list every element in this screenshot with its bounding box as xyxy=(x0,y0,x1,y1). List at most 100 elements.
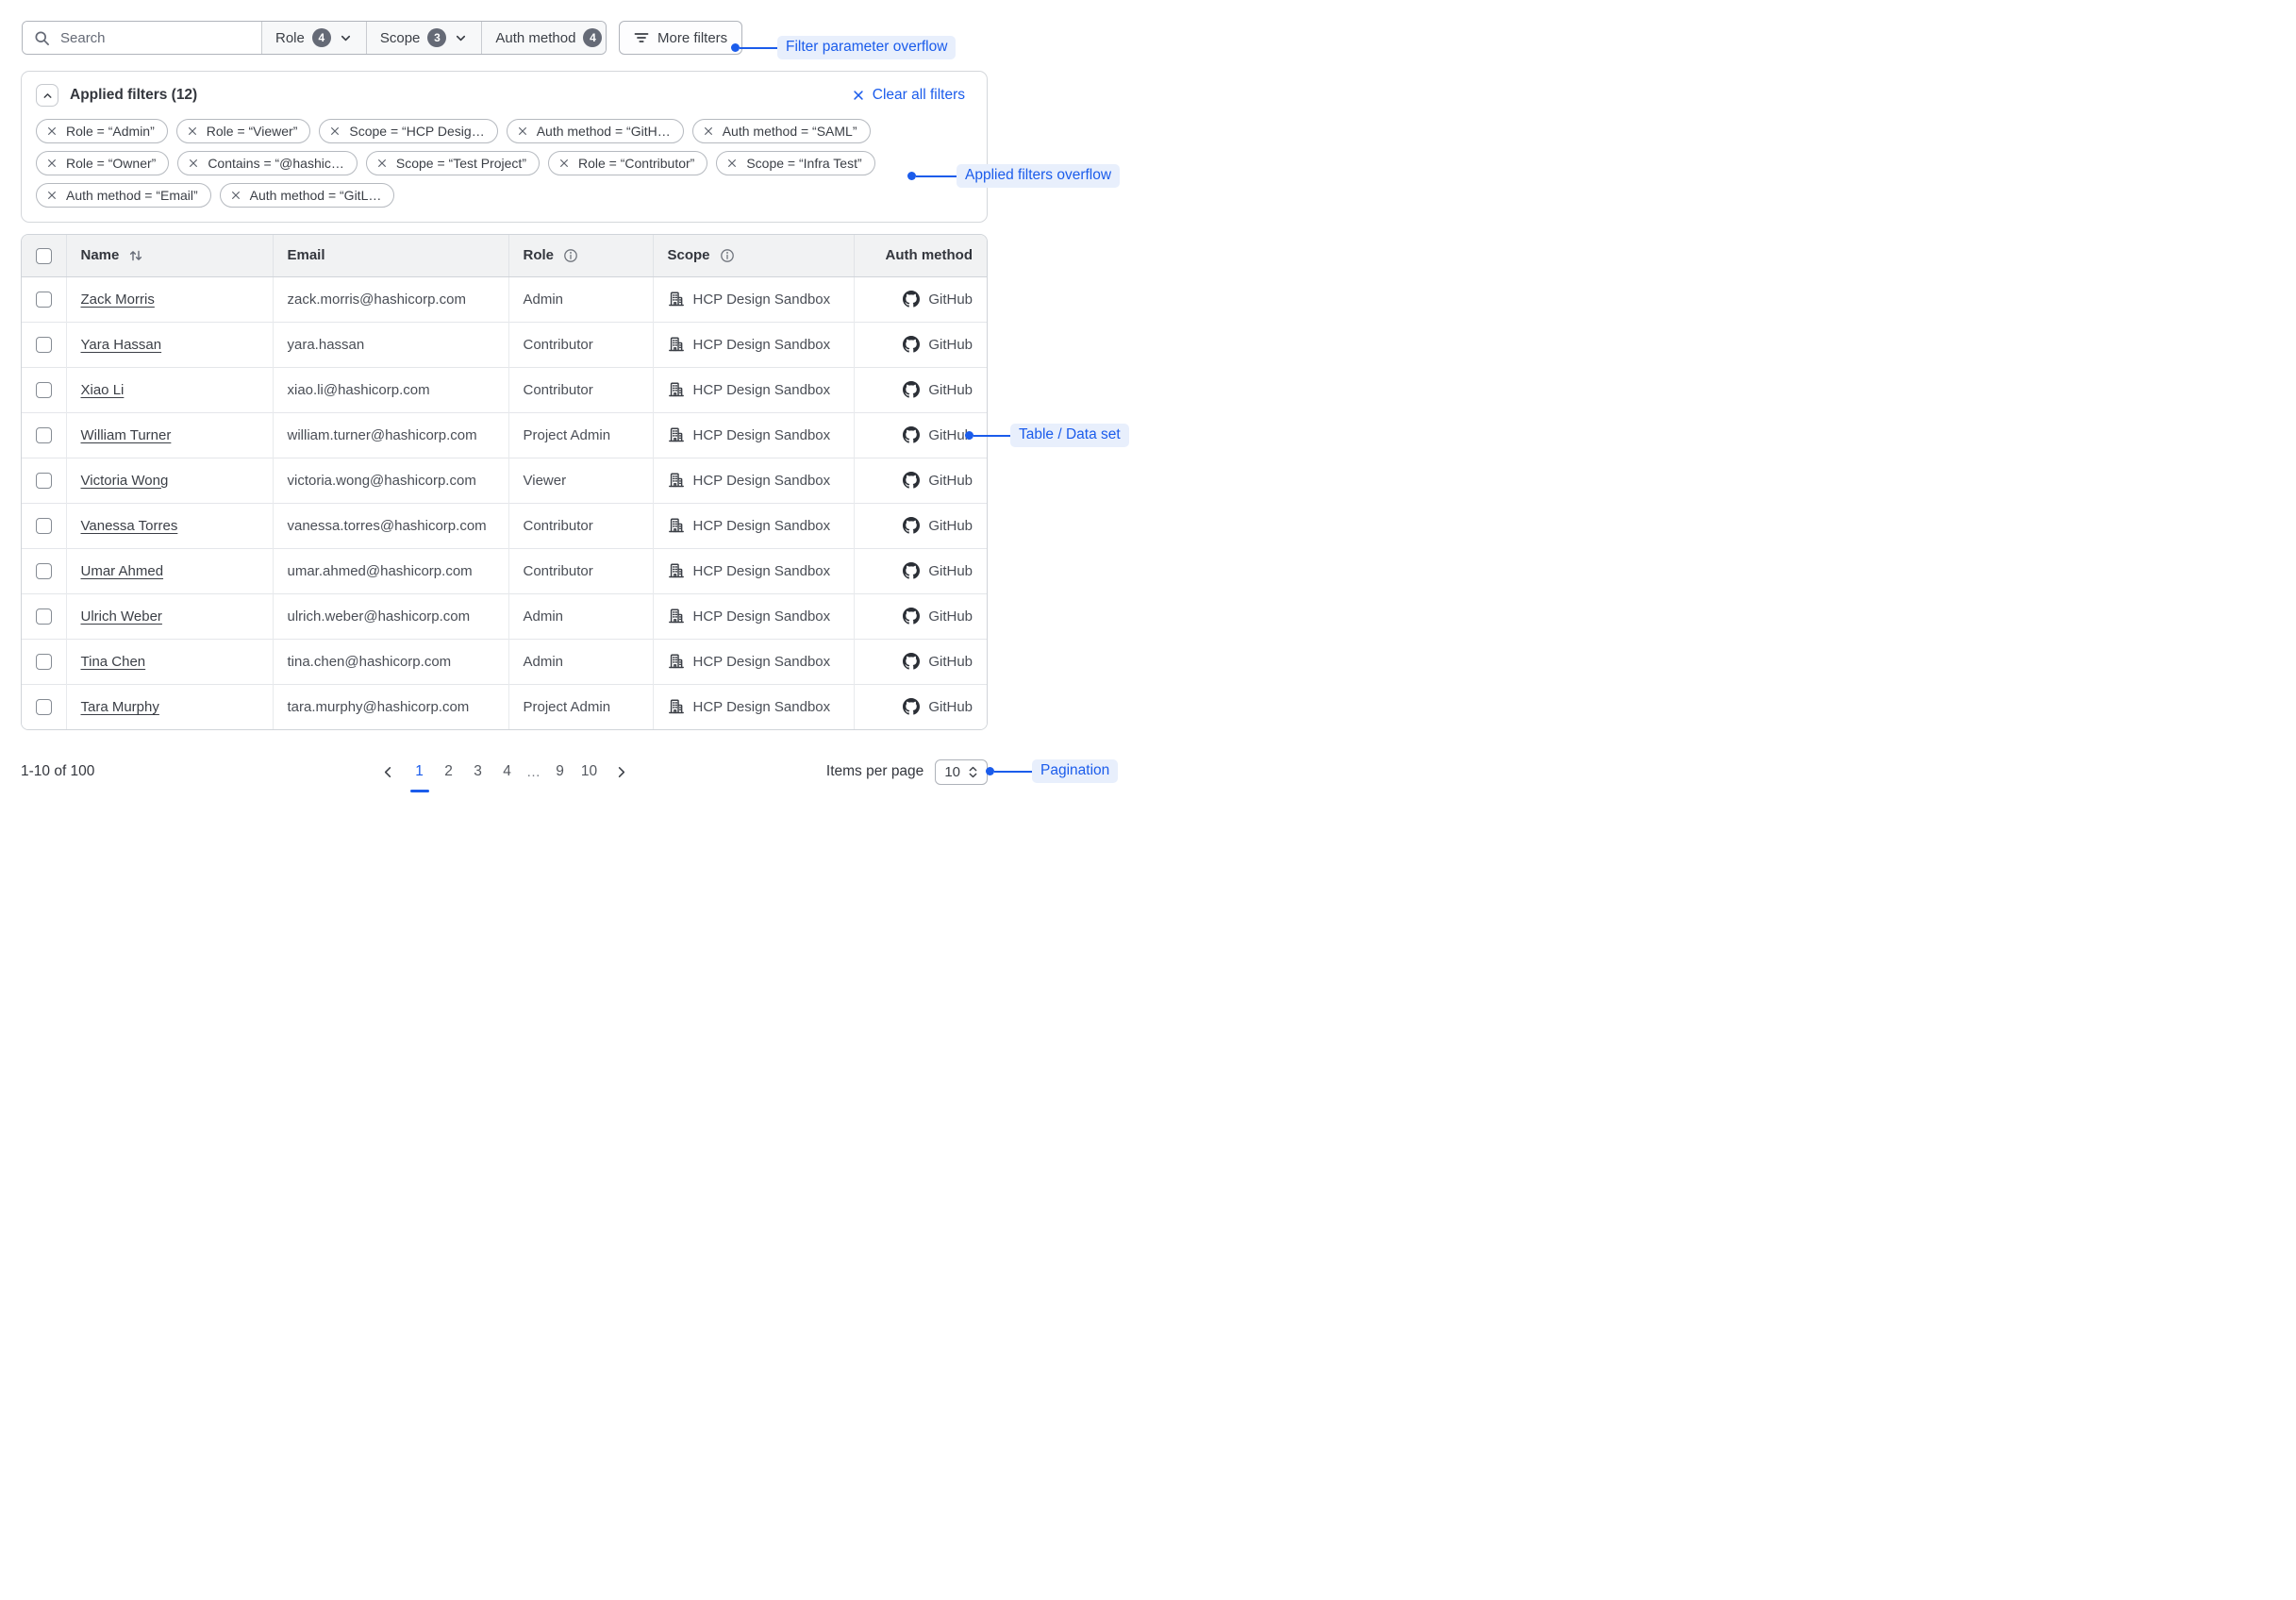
remove-filter-icon[interactable] xyxy=(376,158,388,169)
user-name-link[interactable]: Tara Murphy xyxy=(81,699,159,715)
user-name-link[interactable]: Victoria Wong xyxy=(81,473,169,489)
applied-filter-chips: Role = “Admin” Role = “Viewer” Scope = “… xyxy=(36,119,968,208)
remove-filter-icon[interactable] xyxy=(46,125,58,137)
user-name-link[interactable]: Umar Ahmed xyxy=(81,563,164,579)
user-auth-method: GitHub xyxy=(928,608,973,625)
previous-page-button[interactable] xyxy=(374,763,403,781)
building-icon xyxy=(668,336,685,353)
filter-lines-icon xyxy=(634,30,649,45)
remove-filter-icon[interactable] xyxy=(703,125,714,137)
applied-filter-chip: Scope = “Infra Test” xyxy=(716,151,874,175)
table-row: Zack Morris zack.morris@hashicorp.com Ad… xyxy=(22,276,987,322)
applied-filter-chip: Role = “Contributor” xyxy=(548,151,707,175)
user-name-link[interactable]: Vanessa Torres xyxy=(81,518,178,534)
chip-label: Role = “Contributor” xyxy=(578,156,694,171)
building-icon xyxy=(668,562,685,579)
user-name-link[interactable]: Tina Chen xyxy=(81,654,146,670)
page-button[interactable]: 1 xyxy=(408,759,432,784)
row-checkbox[interactable] xyxy=(36,292,52,308)
applied-filter-chip: Auth method = “GitH… xyxy=(507,119,684,143)
user-name-link[interactable]: Yara Hassan xyxy=(81,337,162,353)
user-scope: HCP Design Sandbox xyxy=(693,654,831,670)
remove-filter-icon[interactable] xyxy=(46,158,58,169)
github-icon xyxy=(903,472,920,489)
filter-count-badge: 4 xyxy=(583,28,602,47)
column-header-name[interactable]: Name xyxy=(81,247,120,263)
page-button[interactable]: 4 xyxy=(495,759,520,784)
user-email: vanessa.torres@hashicorp.com xyxy=(288,518,487,534)
page-button[interactable]: 9 xyxy=(548,759,573,784)
select-all-checkbox[interactable] xyxy=(36,248,52,264)
next-page-button[interactable] xyxy=(607,763,636,781)
user-name-link[interactable]: William Turner xyxy=(81,427,172,443)
chip-label: Scope = “Infra Test” xyxy=(746,156,861,171)
remove-filter-icon[interactable] xyxy=(558,158,570,169)
filter-dropdown-role[interactable]: Role 4 xyxy=(261,22,366,54)
applied-filter-chip: Auth method = “GitL… xyxy=(220,183,395,208)
row-checkbox[interactable] xyxy=(36,473,52,489)
filter-dropdown-auth-method[interactable]: Auth method 4 xyxy=(481,22,607,54)
building-icon xyxy=(668,517,685,534)
more-filters-button[interactable]: More filters xyxy=(619,21,742,55)
x-icon xyxy=(852,89,865,102)
user-scope: HCP Design Sandbox xyxy=(693,608,831,625)
table-header-row: Name Email Role Scope Auth method xyxy=(22,235,987,276)
items-per-page-group: Items per page 10 xyxy=(826,759,988,785)
row-checkbox[interactable] xyxy=(36,518,52,534)
remove-filter-icon[interactable] xyxy=(187,125,198,137)
building-icon xyxy=(668,653,685,670)
search-input[interactable] xyxy=(58,29,250,47)
sort-icon[interactable] xyxy=(128,248,143,263)
row-checkbox[interactable] xyxy=(36,563,52,579)
page-button[interactable]: 10 xyxy=(577,759,602,784)
applied-filter-chip: Contains = “@hashic… xyxy=(177,151,358,175)
callout-table-data-set: Table / Data set xyxy=(965,424,1129,447)
remove-filter-icon[interactable] xyxy=(517,125,528,137)
user-auth-method: GitHub xyxy=(928,337,973,353)
items-per-page-select[interactable]: 10 xyxy=(935,759,988,785)
chevron-down-icon xyxy=(339,31,353,45)
row-checkbox[interactable] xyxy=(36,427,52,443)
row-checkbox[interactable] xyxy=(36,337,52,353)
user-name-link[interactable]: Xiao Li xyxy=(81,382,125,398)
applied-filters-title: Applied filters (12) xyxy=(70,87,197,104)
remove-filter-icon[interactable] xyxy=(726,158,738,169)
user-auth-method: GitHub xyxy=(928,563,973,579)
row-checkbox[interactable] xyxy=(36,608,52,625)
user-auth-method: GitHub xyxy=(928,382,973,398)
row-checkbox[interactable] xyxy=(36,654,52,670)
page: Role 4 Scope 3 Auth method 4 More filter… xyxy=(0,0,1148,800)
collapse-panel-button[interactable] xyxy=(36,84,58,107)
items-per-page-label: Items per page xyxy=(826,763,923,780)
row-checkbox[interactable] xyxy=(36,699,52,715)
github-icon xyxy=(903,562,920,579)
table-row: Xiao Li xiao.li@hashicorp.com Contributo… xyxy=(22,367,987,412)
chevrons-up-down-icon xyxy=(968,765,978,779)
callout-label: Pagination xyxy=(1032,759,1118,783)
user-scope: HCP Design Sandbox xyxy=(693,292,831,308)
clear-all-filters-link[interactable]: Clear all filters xyxy=(852,87,965,104)
table-row: Umar Ahmed umar.ahmed@hashicorp.com Cont… xyxy=(22,548,987,593)
chip-label: Auth method = “SAML” xyxy=(723,124,857,139)
remove-filter-icon[interactable] xyxy=(188,158,199,169)
page-button[interactable]: 2 xyxy=(437,759,461,784)
user-scope: HCP Design Sandbox xyxy=(693,382,831,398)
user-auth-method: GitHub xyxy=(928,427,973,443)
user-email: zack.morris@hashicorp.com xyxy=(288,292,466,308)
info-icon[interactable] xyxy=(563,248,578,263)
chevron-up-icon xyxy=(42,90,54,102)
building-icon xyxy=(668,426,685,443)
remove-filter-icon[interactable] xyxy=(329,125,341,137)
remove-filter-icon[interactable] xyxy=(230,190,241,201)
filter-dropdown-scope[interactable]: Scope 3 xyxy=(366,22,482,54)
pages-ellipsis: … xyxy=(524,764,543,780)
remove-filter-icon[interactable] xyxy=(46,190,58,201)
items-per-page-value: 10 xyxy=(944,764,960,780)
row-checkbox[interactable] xyxy=(36,382,52,398)
user-name-link[interactable]: Zack Morris xyxy=(81,292,155,308)
building-icon xyxy=(668,698,685,715)
user-name-link[interactable]: Ulrich Weber xyxy=(81,608,162,625)
search-field[interactable] xyxy=(23,22,261,54)
info-icon[interactable] xyxy=(720,248,735,263)
page-button[interactable]: 3 xyxy=(466,759,491,784)
